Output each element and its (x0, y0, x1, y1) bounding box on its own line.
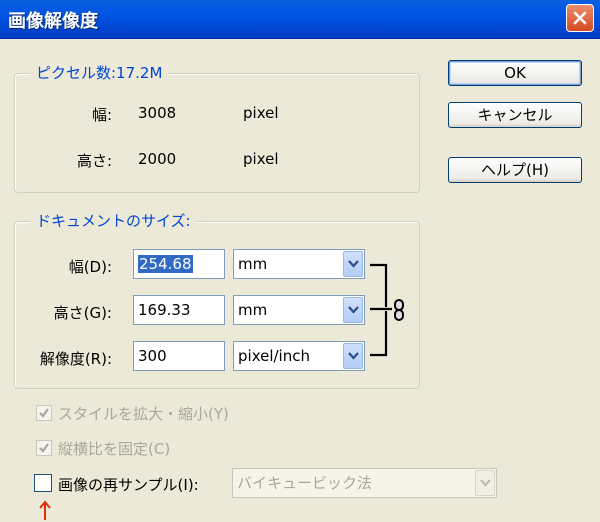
doc-height-label: 高さ(G): (53, 304, 112, 322)
chevron-down-icon (480, 479, 491, 487)
pixel-dimensions-group (14, 73, 420, 193)
ok-button[interactable]: OK (448, 60, 582, 86)
doc-width-value: 254.68 (138, 255, 193, 273)
window-title: 画像解像度 (8, 11, 98, 32)
annotation-arrow-icon (39, 500, 51, 520)
pixel-height-label: 高さ: (76, 152, 112, 170)
chain-link-icon (394, 299, 404, 321)
close-button[interactable] (566, 4, 594, 32)
pixel-width-unit: pixel (243, 104, 279, 122)
doc-height-unit: mm (238, 301, 268, 319)
resample-method-value: バイキュービック法 (237, 474, 373, 492)
doc-width-unit-select[interactable]: mm (233, 249, 365, 279)
chevron-down-icon (348, 352, 359, 360)
constrain-proportions-label: 縦横比を固定(C) (58, 440, 171, 458)
doc-width-input[interactable]: 254.68 (133, 249, 225, 279)
title-bar: 画像解像度 (0, 0, 600, 39)
pixel-height-unit: pixel (243, 150, 279, 168)
resample-label: 画像の再サンプル(I): (58, 476, 199, 494)
doc-width-unit: mm (238, 255, 268, 273)
doc-height-input[interactable]: 169.33 (133, 295, 225, 325)
resolution-label: 解像度(R): (39, 350, 112, 368)
resample-method-dropdown-button[interactable] (475, 470, 495, 496)
chevron-down-icon (348, 306, 359, 314)
doc-height-unit-dropdown-button[interactable] (343, 297, 363, 323)
chevron-down-icon (348, 260, 359, 268)
resample-checkbox[interactable] (34, 474, 52, 492)
resample-method-select[interactable]: バイキュービック法 (232, 468, 497, 498)
pixel-height-value: 2000 (138, 150, 177, 168)
pixel-width-label: 幅: (91, 106, 112, 124)
doc-width-label: 幅(D): (68, 258, 112, 276)
resolution-input[interactable]: 300 (133, 341, 225, 371)
cancel-button[interactable]: キャンセル (448, 102, 582, 128)
doc-height-value: 169.33 (138, 301, 191, 319)
doc-width-unit-dropdown-button[interactable] (343, 251, 363, 277)
pixel-width-value: 3008 (138, 104, 177, 122)
doc-height-unit-select[interactable]: mm (233, 295, 365, 325)
check-icon (39, 408, 49, 418)
resolution-unit-select[interactable]: pixel/inch (233, 341, 365, 371)
constrain-bracket (370, 263, 392, 357)
scale-styles-checkbox[interactable] (36, 405, 52, 421)
resolution-unit: pixel/inch (238, 347, 310, 365)
help-button[interactable]: ヘルプ(H) (448, 157, 582, 183)
document-size-legend: ドキュメントのサイズ: (30, 210, 197, 231)
scale-styles-label: スタイルを拡大・縮小(Y) (58, 405, 229, 423)
resolution-value: 300 (138, 347, 167, 365)
check-icon (39, 443, 49, 453)
close-icon (573, 11, 587, 25)
resolution-unit-dropdown-button[interactable] (343, 343, 363, 369)
constrain-proportions-checkbox[interactable] (36, 440, 52, 456)
pixel-dimensions-legend: ピクセル数:17.2M (30, 62, 169, 83)
